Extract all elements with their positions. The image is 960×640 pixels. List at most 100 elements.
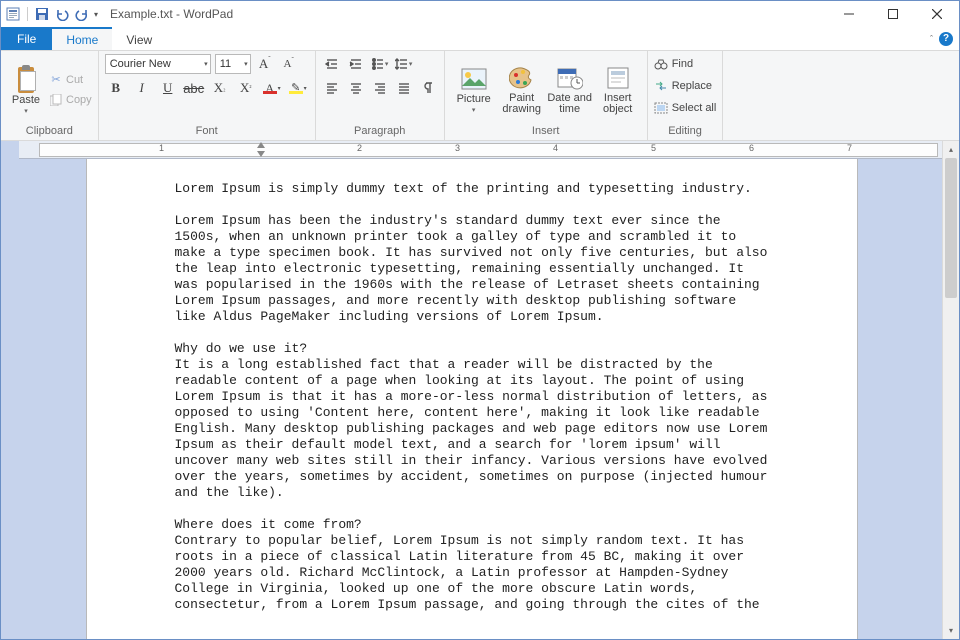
align-left-button[interactable] <box>322 78 342 98</box>
paste-label: Paste <box>12 94 40 106</box>
paste-button[interactable]: Paste ▾ <box>7 65 45 115</box>
copy-icon <box>49 93 63 107</box>
paragraph-3[interactable]: Why do we use it? It is a long establish… <box>175 341 769 501</box>
document-area: 1 2 3 4 5 6 7 Lorem Ipsum is simply dumm… <box>1 141 942 639</box>
subscript-button[interactable]: X₂ <box>209 78 231 98</box>
find-label: Find <box>672 58 693 70</box>
qat-dropdown[interactable]: ▾ <box>94 10 102 19</box>
paragraph-2[interactable]: Lorem Ipsum has been the industry's stan… <box>175 213 769 325</box>
ruler-mark: 4 <box>553 143 558 153</box>
justify-button[interactable] <box>394 78 414 98</box>
font-size-value: 11 <box>220 58 231 70</box>
copy-button[interactable]: Copy <box>49 90 92 110</box>
paint-drawing-button[interactable]: Paint drawing <box>499 64 545 115</box>
italic-button[interactable]: I <box>131 78 153 98</box>
palette-icon <box>508 64 536 92</box>
close-button[interactable] <box>915 1 959 27</box>
strikethrough-button[interactable]: abc <box>183 78 205 98</box>
help-button[interactable]: ? <box>939 32 953 46</box>
first-line-indent-marker[interactable] <box>257 142 265 148</box>
paste-dropdown[interactable]: ▾ <box>24 107 28 115</box>
quick-access-toolbar: ▾ <box>5 6 102 22</box>
increase-indent-button[interactable] <box>346 54 366 74</box>
highlight-button[interactable]: ✎▾ <box>287 78 309 98</box>
paragraph-dialog-button[interactable] <box>418 78 438 98</box>
vertical-scrollbar[interactable]: ▴ ▾ <box>942 141 959 639</box>
font-name-combo[interactable]: Courier New▾ <box>105 54 211 74</box>
picture-label: Picture <box>457 94 491 105</box>
paragraph-group-label: Paragraph <box>322 125 438 139</box>
bullets-button[interactable]: ▾ <box>370 54 390 74</box>
scissors-icon: ✂ <box>49 73 63 87</box>
find-button[interactable]: Find <box>654 54 693 74</box>
qat-separator <box>27 7 28 21</box>
ruler-mark: 7 <box>847 143 852 153</box>
binoculars-icon <box>654 57 668 71</box>
ruler-mark: 6 <box>749 143 754 153</box>
file-tab[interactable]: File <box>1 27 52 50</box>
home-tab[interactable]: Home <box>52 27 112 50</box>
align-right-button[interactable] <box>370 78 390 98</box>
maximize-button[interactable] <box>871 1 915 27</box>
title-bar: ▾ Example.txt - WordPad <box>1 1 959 27</box>
app-icon <box>5 6 21 22</box>
scroll-up-button[interactable]: ▴ <box>943 141 959 158</box>
copy-label: Copy <box>66 94 92 106</box>
paragraph-group: ▾ ▾ Paragraph <box>316 51 445 140</box>
underline-button[interactable]: U <box>157 78 179 98</box>
collapse-ribbon-button[interactable]: ˆ <box>930 34 933 44</box>
hanging-indent-marker[interactable] <box>257 151 265 157</box>
ribbon: Paste ▾ ✂ Cut Copy Clipboard <box>1 51 959 141</box>
replace-icon <box>654 79 668 93</box>
scroll-thumb[interactable] <box>945 158 957 298</box>
view-tab[interactable]: View <box>112 27 166 50</box>
align-center-button[interactable] <box>346 78 366 98</box>
scroll-down-button[interactable]: ▾ <box>943 622 959 639</box>
object-label: Insert object <box>603 93 632 115</box>
minimize-button[interactable] <box>827 1 871 27</box>
font-name-value: Courier New <box>110 58 171 70</box>
page-viewport: Lorem Ipsum is simply dummy text of the … <box>1 159 942 639</box>
document-page[interactable]: Lorem Ipsum is simply dummy text of the … <box>87 159 857 639</box>
clipboard-icon <box>14 65 38 93</box>
ruler-mark: 1 <box>159 143 164 153</box>
font-size-combo[interactable]: 11▾ <box>215 54 251 74</box>
replace-label: Replace <box>672 80 712 92</box>
bold-button[interactable]: B <box>105 78 127 98</box>
insert-picture-button[interactable]: Picture ▾ <box>451 65 497 114</box>
ruler-mark: 5 <box>651 143 656 153</box>
superscript-button[interactable]: X² <box>235 78 257 98</box>
decrease-indent-button[interactable] <box>322 54 342 74</box>
shrink-font-button[interactable]: Aˇ <box>279 54 299 74</box>
picture-icon <box>460 65 488 93</box>
paragraph-4[interactable]: Where does it come from? Contrary to pop… <box>175 517 769 613</box>
grow-font-button[interactable]: Aˆ <box>255 54 275 74</box>
scroll-track[interactable] <box>943 158 959 622</box>
font-group-label: Font <box>105 125 309 139</box>
select-all-icon <box>654 101 668 115</box>
editing-group-label: Editing <box>654 125 717 139</box>
ruler-mark: 2 <box>357 143 362 153</box>
line-spacing-button[interactable]: ▾ <box>394 54 414 74</box>
replace-button[interactable]: Replace <box>654 76 712 96</box>
redo-button[interactable] <box>74 6 90 22</box>
app-window: ▾ Example.txt - WordPad File Home View ˆ… <box>0 0 960 640</box>
ruler-mark: 3 <box>455 143 460 153</box>
calendar-icon <box>556 64 584 92</box>
window-controls <box>827 1 959 27</box>
select-all-label: Select all <box>672 102 717 114</box>
window-title: Example.txt - WordPad <box>110 7 233 21</box>
clipboard-group-label: Clipboard <box>7 125 92 139</box>
horizontal-ruler[interactable]: 1 2 3 4 5 6 7 <box>19 141 942 159</box>
font-group: Courier New▾ 11▾ Aˆ Aˇ B I U abc X₂ X² <box>99 51 316 140</box>
cut-button[interactable]: ✂ Cut <box>49 70 92 90</box>
insert-object-button[interactable]: Insert object <box>595 64 641 115</box>
paragraph-1[interactable]: Lorem Ipsum is simply dummy text of the … <box>175 181 769 197</box>
date-time-button[interactable]: Date and time <box>547 64 593 115</box>
editing-group: Find Replace Select all Editing <box>648 51 724 140</box>
select-all-button[interactable]: Select all <box>654 98 717 118</box>
workspace: 1 2 3 4 5 6 7 Lorem Ipsum is simply dumm… <box>1 141 959 639</box>
save-button[interactable] <box>34 6 50 22</box>
undo-button[interactable] <box>54 6 70 22</box>
font-color-button[interactable]: A▾ <box>261 78 283 98</box>
